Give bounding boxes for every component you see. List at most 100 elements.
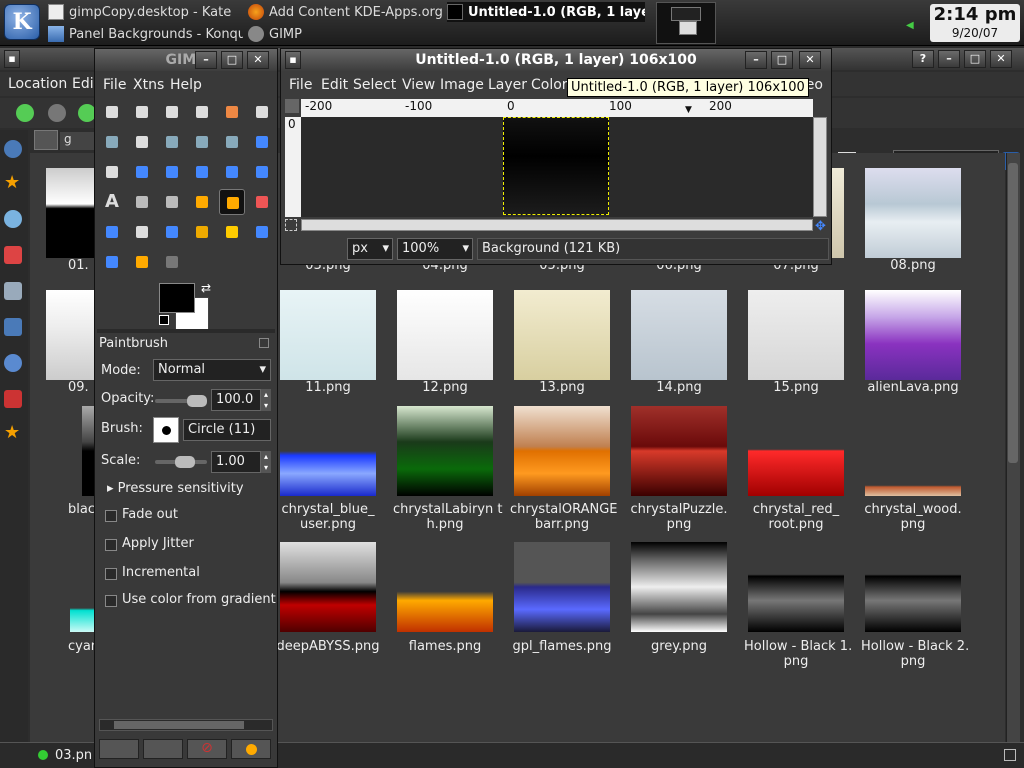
thumbnail-item[interactable]: Hollow - Black 2. png bbox=[861, 542, 969, 669]
task-konqueror[interactable]: Panel Backgrounds - Konqu bbox=[48, 24, 243, 44]
mode-select[interactable]: Normal ▾ bbox=[153, 359, 271, 381]
thumbnail-item[interactable]: 15.png bbox=[748, 290, 844, 395]
canvas-area[interactable] bbox=[301, 117, 813, 217]
vertical-ruler[interactable]: 0 bbox=[285, 117, 301, 217]
maximize-button[interactable]: □ bbox=[964, 50, 986, 68]
thumbnail-item[interactable]: chrystalPuzzle. png bbox=[630, 406, 728, 532]
navigate-icon[interactable]: ✥ bbox=[815, 219, 826, 234]
bucket-fill-icon[interactable] bbox=[129, 189, 155, 215]
thumbnail-item[interactable]: 13.png bbox=[514, 290, 610, 395]
paintbrush-icon[interactable] bbox=[219, 189, 245, 215]
forward-icon[interactable] bbox=[48, 104, 66, 122]
media-icon[interactable] bbox=[4, 354, 22, 372]
delete-options-button[interactable]: ⊘ bbox=[187, 739, 227, 759]
horizontal-ruler[interactable]: -200 -100 0 100 200 ▼ bbox=[301, 99, 813, 117]
window-menu-icon[interactable]: ▪ bbox=[4, 50, 20, 68]
network-icon[interactable] bbox=[4, 210, 22, 228]
gradient-color-checkbox[interactable] bbox=[105, 595, 117, 607]
script-icon[interactable] bbox=[159, 249, 185, 275]
smudge-icon[interactable] bbox=[249, 219, 275, 245]
slider-knob[interactable] bbox=[175, 456, 195, 468]
close-button[interactable]: ✕ bbox=[247, 51, 269, 69]
zoom-select[interactable]: 100% ▾ bbox=[397, 238, 473, 260]
incremental-checkbox[interactable] bbox=[105, 568, 117, 580]
minimize-button[interactable]: – bbox=[938, 50, 960, 68]
airbrush-icon[interactable] bbox=[99, 219, 125, 245]
split-view-icon[interactable] bbox=[1004, 749, 1016, 761]
image-window-titlebar[interactable]: Untitled-1.0 (RGB, 1 layer) 106x100 ▪ – … bbox=[281, 49, 831, 71]
thumbnail-item[interactable]: 11.png bbox=[280, 290, 376, 395]
brush-field[interactable]: Circle (11) bbox=[183, 419, 271, 441]
back-icon[interactable] bbox=[16, 104, 34, 122]
menu-view[interactable]: View bbox=[402, 77, 435, 93]
measure-icon[interactable] bbox=[219, 129, 245, 155]
foreground-color-swatch[interactable] bbox=[159, 283, 195, 313]
restore-options-button[interactable] bbox=[143, 739, 183, 759]
heal-icon[interactable] bbox=[189, 219, 215, 245]
tab-icon[interactable] bbox=[34, 130, 58, 150]
text-icon[interactable]: A bbox=[99, 189, 125, 215]
kde-menu-button[interactable]: K bbox=[4, 4, 40, 40]
systray-arrow-icon[interactable]: ◀ bbox=[906, 20, 914, 31]
ink-icon[interactable] bbox=[129, 219, 155, 245]
scrollbar-thumb[interactable] bbox=[1008, 163, 1018, 463]
minimize-button[interactable]: – bbox=[745, 51, 767, 69]
save-options-button[interactable] bbox=[99, 739, 139, 759]
image-canvas[interactable] bbox=[503, 117, 609, 215]
menu-location[interactable]: Location bbox=[8, 76, 67, 92]
scale-field[interactable]: 1.00 bbox=[211, 451, 261, 473]
rotate-icon[interactable] bbox=[129, 159, 155, 185]
clock[interactable]: 2:14 pm 9/20/07 bbox=[930, 4, 1020, 42]
menu-layer[interactable]: Layer bbox=[488, 77, 527, 93]
maximize-button[interactable]: □ bbox=[771, 51, 793, 69]
swap-colors-icon[interactable]: ⇄ bbox=[201, 281, 211, 295]
thumbnail-item[interactable]: grey.png bbox=[631, 542, 727, 654]
thumbnail-item[interactable]: chrystalORANGE barr.png bbox=[510, 406, 618, 532]
quick-mask-icon[interactable] bbox=[285, 99, 299, 113]
clone-icon[interactable] bbox=[159, 219, 185, 245]
ellipse-select-icon[interactable] bbox=[129, 99, 155, 125]
menu-file[interactable]: File bbox=[289, 77, 312, 93]
blur-icon[interactable] bbox=[99, 249, 125, 275]
fuzzy-select-icon[interactable] bbox=[189, 99, 215, 125]
opacity-slider[interactable] bbox=[155, 395, 207, 407]
help-button[interactable]: ? bbox=[912, 50, 934, 68]
reset-options-button[interactable] bbox=[231, 739, 271, 759]
thumbnail-item[interactable]: Hollow - Black 1. png bbox=[744, 542, 852, 669]
tool-options-menu-icon[interactable] bbox=[259, 338, 269, 348]
scrollbar-thumb[interactable] bbox=[114, 721, 244, 729]
scale-icon[interactable] bbox=[159, 159, 185, 185]
pressure-expander[interactable]: ▸ Pressure sensitivity bbox=[107, 481, 244, 496]
scale-spinner[interactable]: ▴ ▾ bbox=[261, 451, 271, 473]
thumbnail-item[interactable]: flames.png bbox=[397, 542, 493, 654]
menu-file[interactable]: File bbox=[103, 77, 126, 93]
thumbnail-item[interactable]: 14.png bbox=[631, 290, 727, 395]
tab-label[interactable]: g bbox=[60, 132, 94, 150]
brush-preview[interactable] bbox=[153, 417, 179, 443]
devices-icon[interactable] bbox=[4, 282, 22, 300]
scissors-icon[interactable] bbox=[249, 99, 275, 125]
scale-slider[interactable] bbox=[155, 456, 207, 468]
image-hscrollbar[interactable] bbox=[301, 219, 813, 231]
thumbnail-item[interactable]: gpl_flames.png bbox=[512, 542, 612, 654]
task-gimp[interactable]: GIMP bbox=[248, 24, 398, 44]
unit-select[interactable]: px ▾ bbox=[347, 238, 393, 260]
paths-icon[interactable] bbox=[129, 129, 155, 155]
home-icon[interactable] bbox=[4, 246, 22, 264]
fade-out-checkbox[interactable] bbox=[105, 510, 117, 522]
color-picker-icon[interactable] bbox=[159, 129, 185, 155]
thumbnail-item[interactable]: deepABYSS.png bbox=[277, 542, 379, 654]
perspective-clone-icon[interactable] bbox=[219, 219, 245, 245]
minimize-button[interactable]: – bbox=[195, 51, 217, 69]
lasso-icon[interactable] bbox=[159, 99, 185, 125]
toolbox-titlebar[interactable]: GIMP – □ ✕ bbox=[95, 49, 277, 71]
desktop-pager[interactable] bbox=[656, 2, 716, 44]
bookmarks-star-icon[interactable]: ★ bbox=[4, 172, 20, 193]
eraser-icon[interactable] bbox=[249, 189, 275, 215]
history-icon[interactable] bbox=[4, 140, 22, 158]
dodge-burn-icon[interactable] bbox=[129, 249, 155, 275]
task-browser[interactable]: Add Content KDE-Apps.org bbox=[248, 2, 443, 22]
thumbnail-item[interactable]: alienLava.png bbox=[865, 290, 961, 395]
blend-icon[interactable] bbox=[159, 189, 185, 215]
menu-edit[interactable]: Edi bbox=[72, 76, 94, 92]
